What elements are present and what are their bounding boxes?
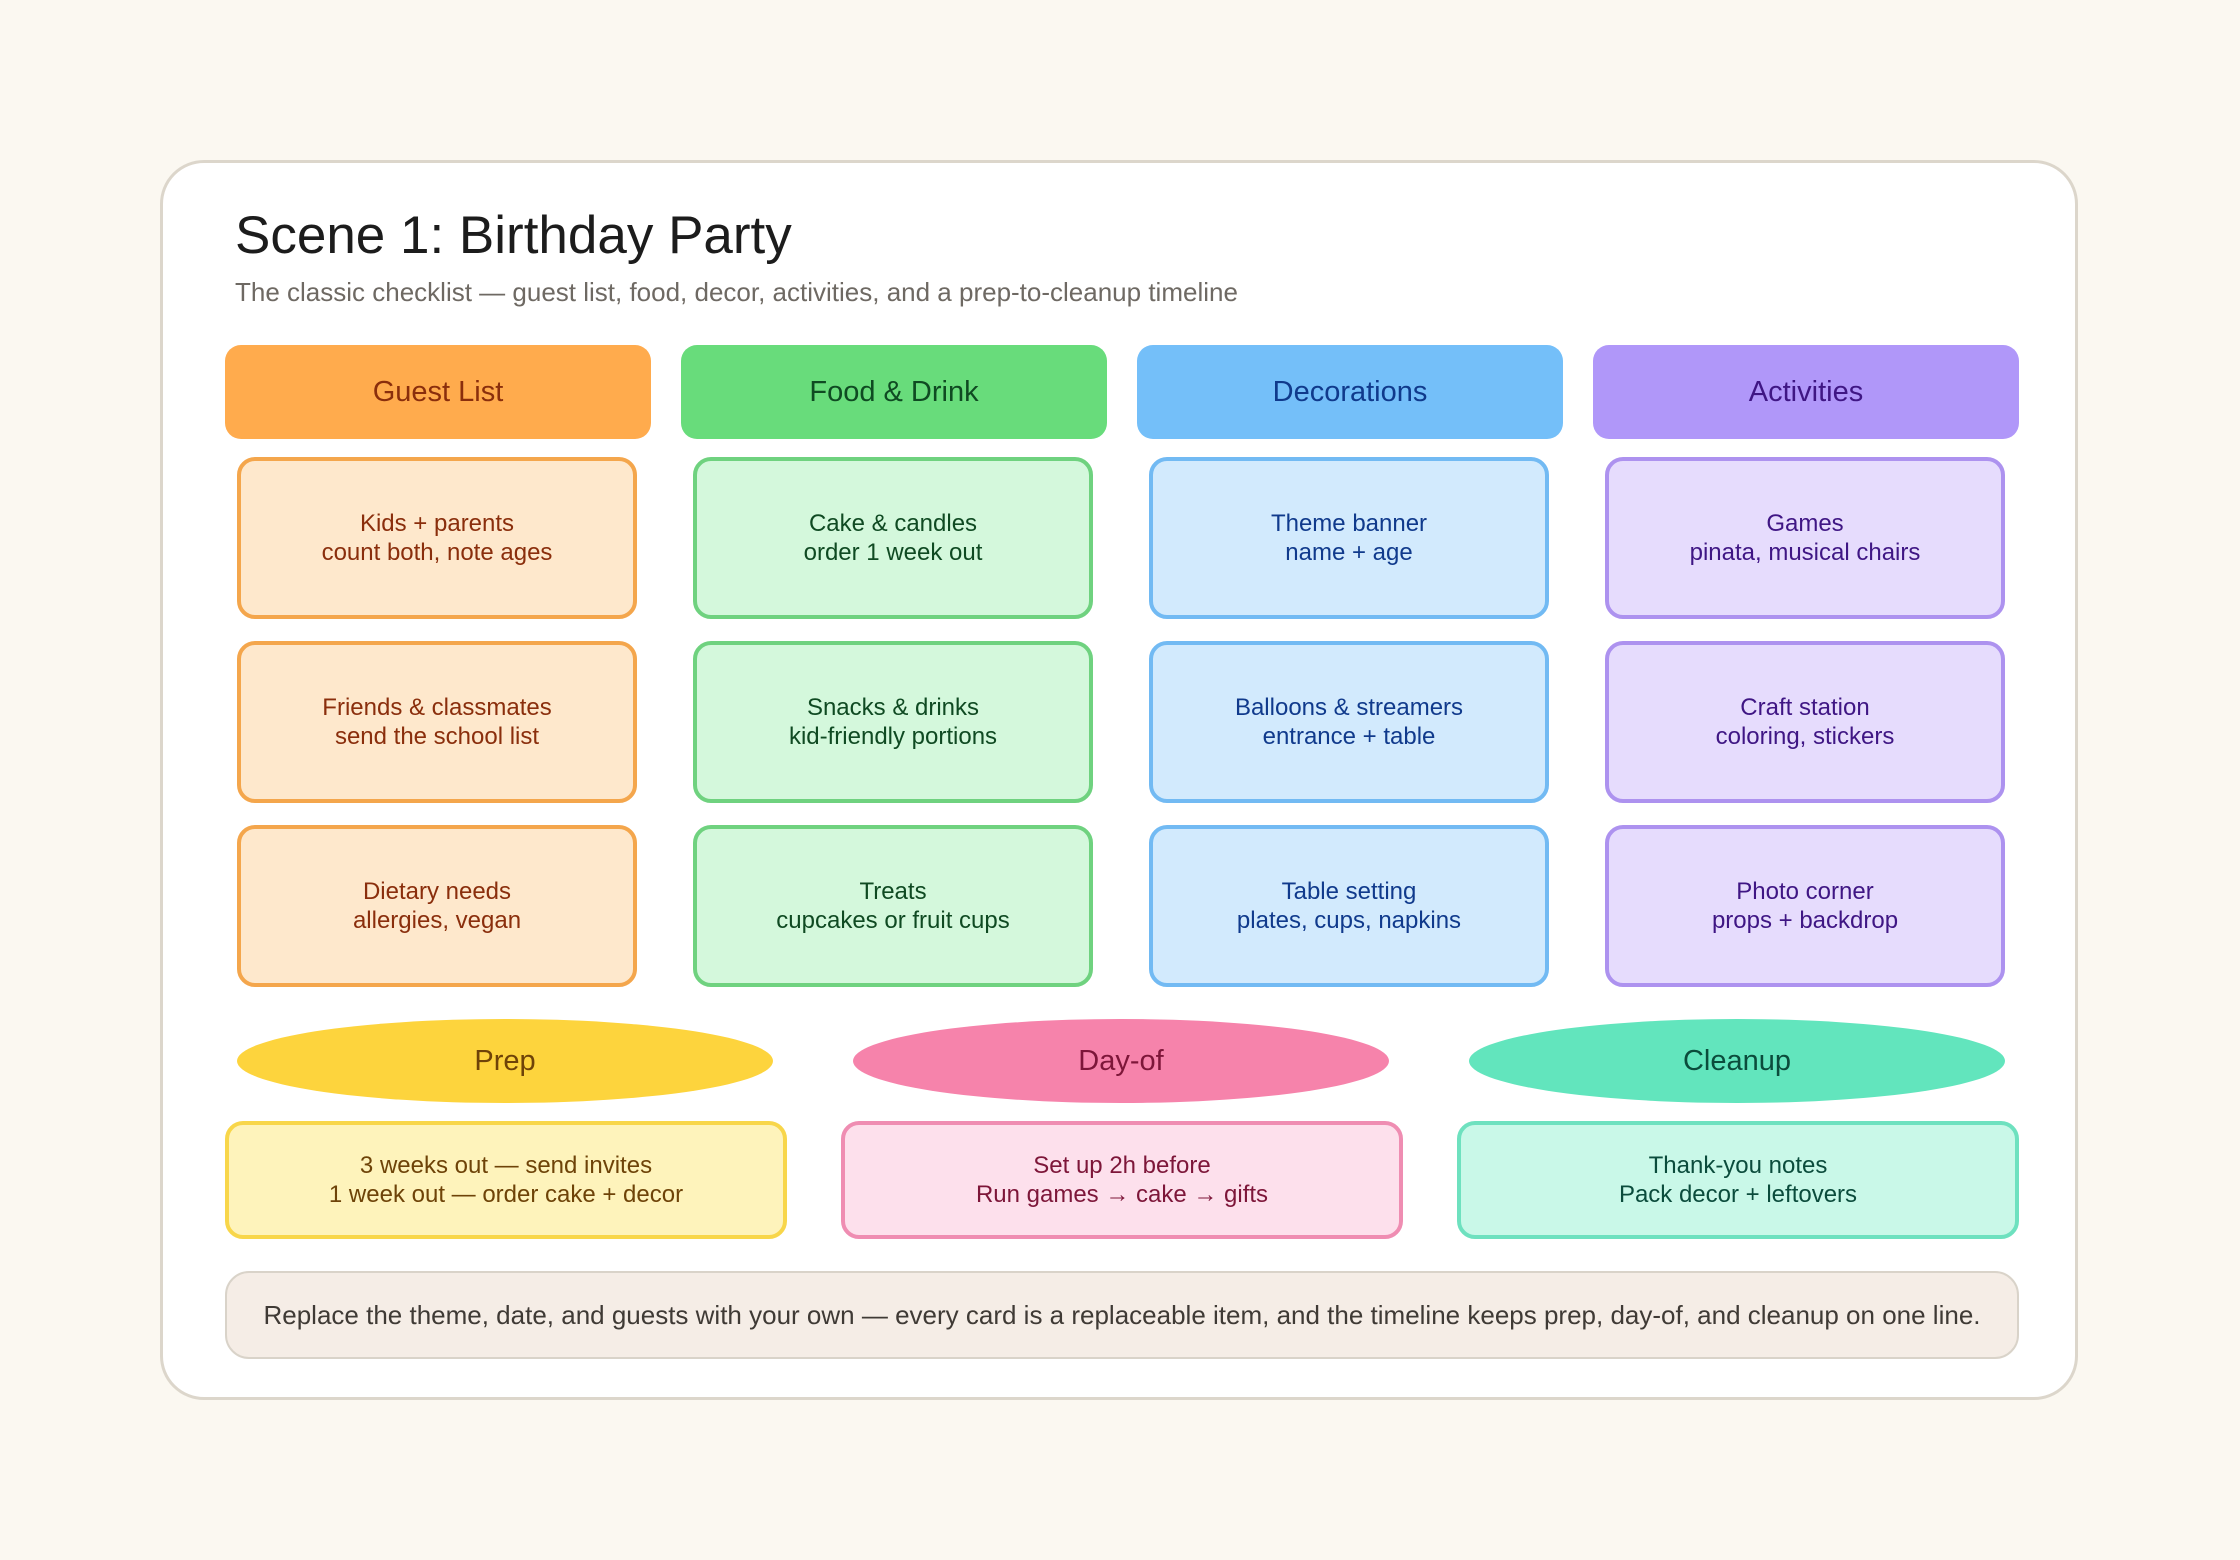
page-title: Scene 1: Birthday Party	[235, 206, 792, 265]
checklist-card[interactable]: Table setting plates, cups, napkins	[1149, 825, 1549, 987]
checklist-card[interactable]: Kids + parents count both, note ages	[237, 457, 637, 619]
card-detail: entrance + table	[1262, 723, 1436, 750]
card-title: Snacks & drinks	[806, 694, 980, 721]
phase-label: Day-of	[1078, 1044, 1164, 1077]
checklist-card[interactable]: Games pinata, musical chairs	[1605, 457, 2005, 619]
checklist-card[interactable]: Treats cupcakes or fruit cups	[693, 825, 1093, 987]
phase-card-cleanup[interactable]: Thank-you notes Pack decor + leftovers	[1457, 1121, 2019, 1239]
column-header-label: Decorations	[1272, 375, 1428, 408]
phase-card-prep[interactable]: 3 weeks out — send invites 1 week out — …	[225, 1121, 787, 1239]
phase-line: Thank-you notes	[1648, 1152, 1828, 1179]
phase-label: Prep	[474, 1044, 536, 1077]
phase-label: Cleanup	[1682, 1044, 1792, 1077]
checklist-card[interactable]: Photo corner props + backdrop	[1605, 825, 2005, 987]
card-title: Balloons & streamers	[1234, 694, 1464, 721]
checklist-card[interactable]: Snacks & drinks kid-friendly portions	[693, 641, 1093, 803]
phase-pill-cleanup: Cleanup	[1469, 1019, 2005, 1103]
card-title: Treats	[859, 878, 927, 905]
phase-line: Run games → cake → gifts	[975, 1181, 1269, 1208]
phase-line: Set up 2h before	[1033, 1152, 1211, 1179]
column-header-guest-list: Guest List	[225, 345, 651, 439]
column-header-label: Guest List	[372, 375, 504, 408]
phase-pill-prep: Prep	[237, 1019, 773, 1103]
card-detail: count both, note ages	[321, 539, 553, 566]
card-detail: send the school list	[334, 723, 540, 750]
column-header-label: Food & Drink	[809, 375, 979, 408]
card-detail: kid-friendly portions	[788, 723, 998, 750]
column-header-food-drink: Food & Drink	[681, 345, 1107, 439]
card-detail: name + age	[1285, 539, 1413, 566]
phase-line: Pack decor + leftovers	[1618, 1181, 1858, 1208]
board-panel: Scene 1: Birthday Party The classic chec…	[160, 160, 2078, 1400]
card-detail: pinata, musical chairs	[1689, 539, 1921, 566]
card-title: Table setting	[1281, 878, 1417, 905]
card-title: Friends & classmates	[322, 694, 552, 721]
checklist-card[interactable]: Balloons & streamers entrance + table	[1149, 641, 1549, 803]
phase-pill-day-of: Day-of	[853, 1019, 1389, 1103]
card-title: Games	[1766, 510, 1844, 537]
card-detail: order 1 week out	[803, 539, 983, 566]
card-detail: allergies, vegan	[352, 907, 522, 934]
checklist-card[interactable]: Dietary needs allergies, vegan	[237, 825, 637, 987]
column-header-label: Activities	[1748, 375, 1864, 408]
phase-line: 3 weeks out — send invites	[359, 1152, 653, 1179]
checklist-card[interactable]: Friends & classmates send the school lis…	[237, 641, 637, 803]
checklist-card[interactable]: Theme banner name + age	[1149, 457, 1549, 619]
card-title: Craft station	[1740, 694, 1870, 721]
card-title: Kids + parents	[359, 510, 515, 537]
card-title: Dietary needs	[362, 878, 512, 905]
footer-note-text: Replace the theme, date, and guests with…	[263, 1300, 1981, 1330]
column-header-decorations: Decorations	[1137, 345, 1563, 439]
checklist-card[interactable]: Cake & candles order 1 week out	[693, 457, 1093, 619]
card-detail: coloring, stickers	[1715, 723, 1895, 750]
page-subtitle: The classic checklist — guest list, food…	[235, 277, 1238, 307]
card-title: Photo corner	[1736, 878, 1874, 905]
footer-note: Replace the theme, date, and guests with…	[225, 1271, 2019, 1359]
phase-card-day-of[interactable]: Set up 2h before Run games → cake → gift…	[841, 1121, 1403, 1239]
card-detail: props + backdrop	[1711, 907, 1899, 934]
checklist-card[interactable]: Craft station coloring, stickers	[1605, 641, 2005, 803]
phase-line: 1 week out — order cake + decor	[328, 1181, 684, 1208]
card-title: Cake & candles	[808, 510, 978, 537]
card-detail: plates, cups, napkins	[1236, 907, 1462, 934]
card-title: Theme banner	[1270, 510, 1428, 537]
column-header-activities: Activities	[1593, 345, 2019, 439]
card-detail: cupcakes or fruit cups	[776, 907, 1010, 934]
